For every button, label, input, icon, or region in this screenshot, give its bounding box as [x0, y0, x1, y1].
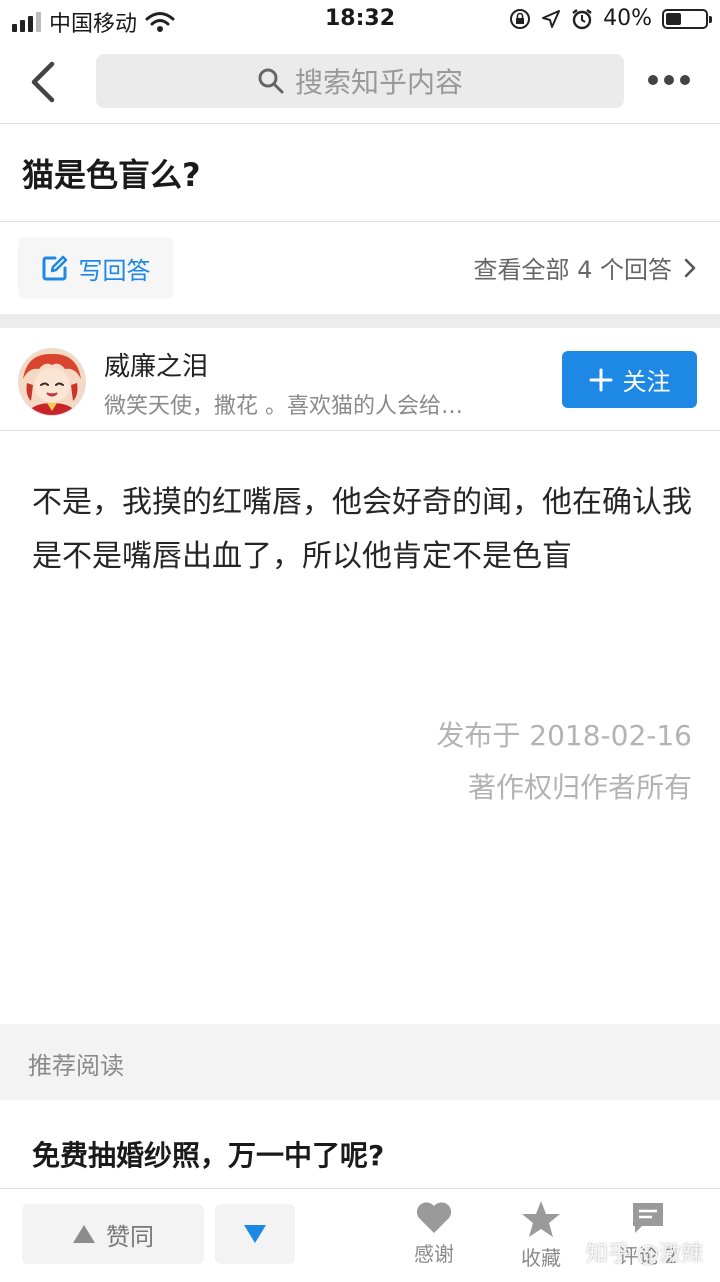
location-icon — [542, 9, 561, 28]
author-bio: 微笑天使，撒花 。喜欢猫的人会给… — [104, 394, 463, 419]
write-answer-button[interactable]: 写回答 — [18, 237, 173, 299]
star-icon — [522, 1201, 560, 1237]
alarm-icon — [572, 8, 592, 29]
thanks-label: 感谢 — [414, 1242, 454, 1266]
publish-date: 发布于 2018-02-16 — [436, 719, 692, 752]
recommend-article-title[interactable]: 免费抽婚纱照，万一中了呢? — [32, 1134, 384, 1174]
search-icon — [258, 68, 284, 94]
watermark: 知乎 @激辣 — [586, 1242, 703, 1267]
answer-body: 不是，我摸的红嘴唇，他会好奇的闻，他在确认我是不是嘴唇出血了，所以他肯定不是色盲 — [32, 485, 692, 574]
back-arrow-icon — [31, 61, 55, 103]
upvote-triangle-icon — [73, 1225, 95, 1243]
search-placeholder: 搜索知乎内容 — [294, 66, 463, 99]
divider — [0, 430, 720, 431]
chevron-right-icon — [684, 258, 696, 277]
author-name[interactable]: 威廉之泪 — [104, 346, 208, 383]
avatar-image — [19, 349, 85, 415]
battery-icon — [662, 8, 712, 29]
section-separator — [0, 314, 720, 328]
divider — [0, 221, 720, 222]
write-answer-label: 写回答 — [78, 256, 151, 285]
recommend-label: 推荐阅读 — [28, 1052, 124, 1080]
downvote-triangle-icon — [244, 1225, 266, 1243]
comment-icon — [633, 1203, 663, 1233]
more-icon[interactable] — [648, 70, 692, 90]
edit-icon — [42, 255, 67, 281]
view-all-label: 查看全部 4 个回答 — [473, 256, 672, 284]
follow-label: 关注 — [622, 368, 671, 396]
avatar[interactable] — [18, 348, 86, 416]
downvote-button[interactable] — [215, 1204, 295, 1264]
favorite-button[interactable]: 收藏 — [501, 1200, 581, 1276]
status-bar: 中国移动 18:32 40% — [0, 0, 720, 40]
upvote-button[interactable]: 赞同 — [22, 1204, 204, 1264]
favorite-label: 收藏 — [521, 1246, 561, 1270]
question-title[interactable]: 猫是色盲么? — [22, 150, 201, 196]
copyright-notice: 著作权归作者所有 — [467, 771, 692, 804]
search-box[interactable]: 搜索知乎内容 — [96, 54, 624, 108]
upvote-label: 赞同 — [106, 1222, 154, 1251]
view-all-answers-link[interactable]: 查看全部 4 个回答 — [473, 250, 696, 285]
back-button[interactable] — [24, 58, 64, 106]
status-right: 40% — [509, 6, 712, 31]
follow-button[interactable]: 关注 — [562, 351, 697, 408]
battery-percent: 40% — [603, 6, 652, 31]
thanks-button[interactable]: 感谢 — [394, 1200, 474, 1276]
lock-rotation-icon — [510, 8, 531, 29]
heart-icon — [416, 1202, 452, 1233]
plus-icon — [589, 368, 612, 391]
divider — [0, 123, 720, 124]
battery-fill — [666, 12, 682, 25]
